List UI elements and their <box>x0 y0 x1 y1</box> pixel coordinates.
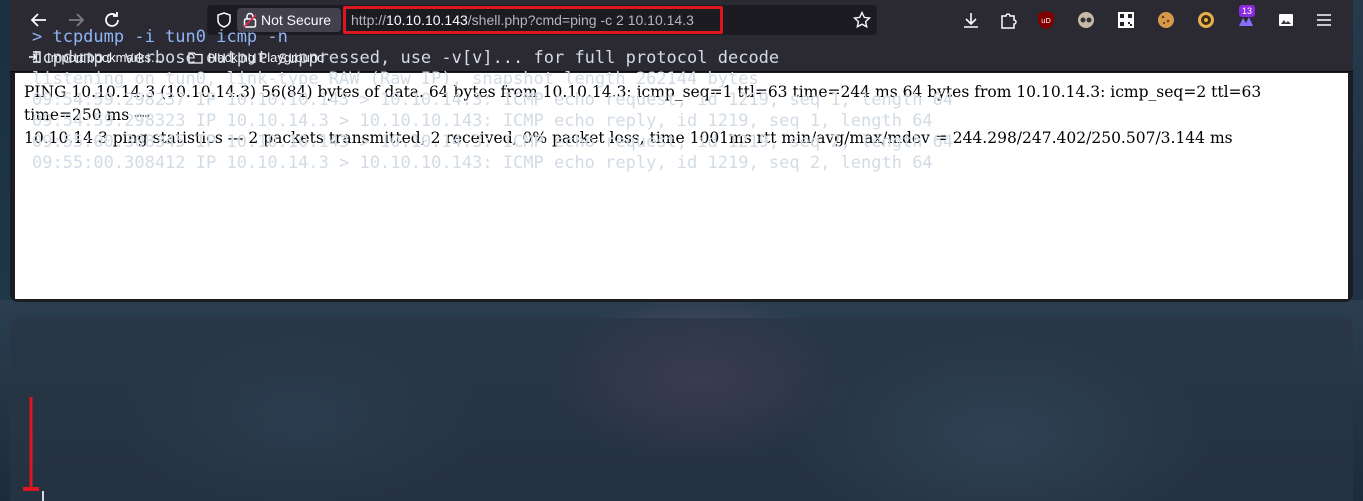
extension-cookie[interactable] <box>1155 9 1177 31</box>
extension-photo[interactable] <box>1275 9 1297 31</box>
cookie-icon <box>1158 12 1174 28</box>
red-arrow-annotation <box>23 397 39 491</box>
qr-code-icon <box>1118 12 1134 28</box>
url-host: 10.10.10.143 <box>386 12 468 28</box>
not-secure-label: Not Secure <box>261 12 332 28</box>
extension-badge: 13 <box>1239 5 1256 17</box>
terminal-output: > tcpdump -i tun0 icmp -n tcpdump: verbos… <box>32 27 953 174</box>
terminal-line: 09:54:59.298323 IP 10.10.14.3 > 10.10.10… <box>32 111 933 131</box>
glasses-icon <box>1078 12 1094 28</box>
url-path: /shell.php?cmd=ping -c 2 10.10.14.3 <box>467 12 694 28</box>
terminal-command: > tcpdump -i tun0 icmp -n <box>32 27 288 47</box>
ublock-shield-icon: uD <box>1038 11 1054 29</box>
extension-cookie-editor[interactable] <box>1195 9 1217 31</box>
ublock-extension[interactable]: uD <box>1035 9 1057 31</box>
terminal-line: 09:54:59.298237 IP 10.10.10.143 > 10.10.… <box>32 90 954 110</box>
terminal-line: 09:55:00.308345 IP 10.10.10.143 > 10.10.… <box>32 132 954 152</box>
url-scheme: http:// <box>351 12 387 28</box>
picture-icon <box>1279 14 1293 26</box>
terminal-line: listening on tun0, link-type RAW (Raw IP… <box>32 69 759 89</box>
lock-insecure-icon <box>243 12 257 28</box>
terminal-window[interactable] <box>10 318 1353 501</box>
terminal-cursor <box>42 491 44 501</box>
terminal-line: 09:55:00.308412 IP 10.10.14.3 > 10.10.10… <box>32 153 933 173</box>
app-menu-button[interactable] <box>1313 9 1335 31</box>
terminal-line: tcpdump: verbose output suppressed, use … <box>32 48 780 68</box>
download-icon <box>964 13 978 28</box>
puzzle-icon <box>1001 13 1017 29</box>
cookie-editor-icon <box>1198 12 1214 28</box>
downloads-button[interactable] <box>960 9 982 31</box>
extensions-button[interactable] <box>997 9 1019 31</box>
svg-text:uD: uD <box>1041 17 1051 25</box>
extension-qr[interactable] <box>1115 9 1137 31</box>
extension-mask[interactable] <box>1075 9 1097 31</box>
hamburger-menu-icon <box>1317 14 1331 26</box>
